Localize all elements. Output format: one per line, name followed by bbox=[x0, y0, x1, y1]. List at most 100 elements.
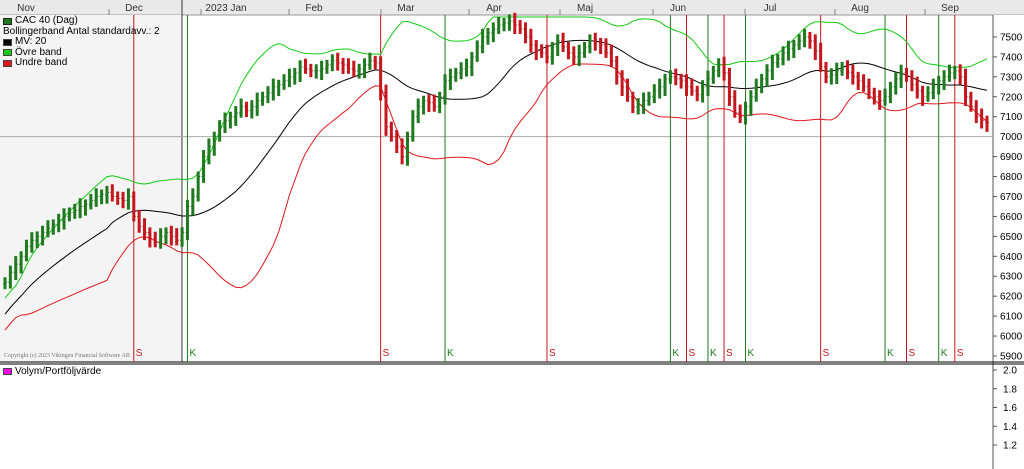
ohlc-bar bbox=[539, 44, 544, 58]
ohlc-bar bbox=[432, 94, 437, 112]
ohlc-bar bbox=[426, 94, 431, 112]
ohlc-bar bbox=[609, 44, 614, 68]
ohlc-bar bbox=[909, 70, 914, 92]
ohlc-bar bbox=[668, 70, 673, 84]
ohlc-bar bbox=[416, 98, 421, 124]
ohlc-bar bbox=[764, 64, 769, 87]
ohlc-bar bbox=[357, 63, 362, 79]
ohlc-bar bbox=[405, 131, 410, 166]
ohlc-bar bbox=[389, 121, 394, 142]
price-tick-label: 6900 bbox=[1000, 152, 1023, 163]
ohlc-bar bbox=[180, 227, 185, 247]
ohlc-bar bbox=[625, 78, 630, 102]
ohlc-bar bbox=[722, 56, 727, 81]
ohlc-bar bbox=[834, 62, 839, 85]
ohlc-bar bbox=[571, 46, 576, 65]
ohlc-bar bbox=[963, 68, 968, 106]
ohlc-bar bbox=[491, 22, 496, 43]
ohlc-bar bbox=[770, 54, 775, 81]
ohlc-bar bbox=[40, 225, 45, 246]
ohlc-bar bbox=[689, 78, 694, 96]
ohlc-bar bbox=[174, 228, 179, 246]
price-tick-label: 5900 bbox=[1000, 352, 1023, 363]
ohlc-bar bbox=[791, 39, 796, 59]
price-tick-label: 7000 bbox=[1000, 132, 1023, 143]
signal-label: K bbox=[189, 348, 196, 359]
ohlc-bar bbox=[233, 106, 238, 126]
ohlc-bar bbox=[99, 189, 104, 205]
ohlc-bar bbox=[604, 38, 609, 58]
ohlc-bar bbox=[593, 32, 598, 51]
ohlc-bar bbox=[587, 34, 592, 54]
month-label: Aug bbox=[851, 3, 869, 14]
month-label: Jul bbox=[764, 3, 777, 14]
ohlc-bar bbox=[679, 73, 684, 89]
ohlc-bar bbox=[534, 39, 539, 61]
ohlc-bar bbox=[507, 14, 512, 31]
price-tick-label: 6100 bbox=[1000, 312, 1023, 323]
ohlc-bar bbox=[341, 57, 346, 75]
signal-label: K bbox=[748, 348, 755, 359]
ohlc-bar bbox=[684, 74, 689, 96]
ohlc-bar bbox=[856, 71, 861, 90]
ohlc-bar bbox=[169, 225, 174, 246]
month-label: Maj bbox=[577, 3, 593, 14]
ohlc-bar bbox=[781, 46, 786, 66]
signal-label: S bbox=[688, 348, 695, 359]
ohlc-bar bbox=[985, 115, 989, 132]
ohlc-bar bbox=[3, 277, 7, 290]
ohlc-bar bbox=[373, 55, 378, 70]
signal-label: K bbox=[887, 348, 894, 359]
ohlc-bar bbox=[72, 203, 77, 219]
price-tick-label: 6000 bbox=[1000, 332, 1023, 343]
ohlc-bar bbox=[829, 68, 834, 85]
ohlc-bar bbox=[206, 138, 211, 165]
ohlc-bar bbox=[115, 191, 120, 205]
chart-legend: CAC 40 (Dag) Bollingerband Antal standar… bbox=[3, 15, 160, 69]
ohlc-bar bbox=[748, 90, 753, 116]
ohlc-bar bbox=[13, 256, 18, 281]
ohlc-bar bbox=[121, 191, 126, 209]
ohlc-bar bbox=[201, 150, 206, 183]
ohlc-bar bbox=[239, 98, 244, 118]
ohlc-bar bbox=[663, 73, 668, 96]
ohlc-bar bbox=[496, 16, 501, 34]
ohlc-bar bbox=[614, 55, 619, 85]
ohlc-bar bbox=[883, 88, 888, 106]
ohlc-bar bbox=[308, 63, 313, 78]
ohlc-bar bbox=[459, 62, 464, 80]
ohlc-bar bbox=[271, 78, 276, 101]
signal-label: S bbox=[136, 348, 143, 359]
ohlc-bar bbox=[711, 65, 716, 84]
ohlc-bar bbox=[378, 56, 383, 101]
ohlc-bar bbox=[528, 28, 533, 53]
ohlc-bar bbox=[94, 188, 99, 207]
ohlc-bar bbox=[877, 90, 882, 110]
ohlc-bar bbox=[550, 41, 555, 65]
ohlc-bar bbox=[464, 58, 469, 77]
ohlc-bar bbox=[797, 34, 802, 50]
ohlc-bar bbox=[523, 22, 528, 44]
ohlc-bar bbox=[518, 19, 523, 34]
green-swatch-icon bbox=[3, 49, 12, 57]
ohlc-bar bbox=[555, 34, 560, 57]
ohlc-bar bbox=[968, 91, 973, 112]
ohlc-bar bbox=[818, 42, 823, 72]
ohlc-bar bbox=[196, 171, 201, 202]
ohlc-bar bbox=[330, 54, 335, 72]
volume-tick-label: 2.0 bbox=[1003, 366, 1017, 377]
ohlc-bar bbox=[807, 31, 812, 49]
ohlc-bar bbox=[158, 228, 163, 249]
ohlc-bar bbox=[620, 70, 625, 96]
ohlc-bar bbox=[850, 64, 855, 85]
ohlc-bar bbox=[775, 53, 780, 68]
legend-item-mv: MV: 20 bbox=[3, 36, 160, 48]
volume-tick-label: 1.2 bbox=[1003, 441, 1017, 452]
ohlc-bar bbox=[754, 78, 759, 102]
ohlc-bar bbox=[62, 208, 67, 230]
ohlc-bar bbox=[24, 239, 29, 262]
ohlc-bar bbox=[255, 92, 260, 116]
price-tick-label: 7300 bbox=[1000, 72, 1023, 83]
ohlc-bar bbox=[244, 101, 249, 118]
magenta-swatch-icon bbox=[3, 368, 12, 375]
